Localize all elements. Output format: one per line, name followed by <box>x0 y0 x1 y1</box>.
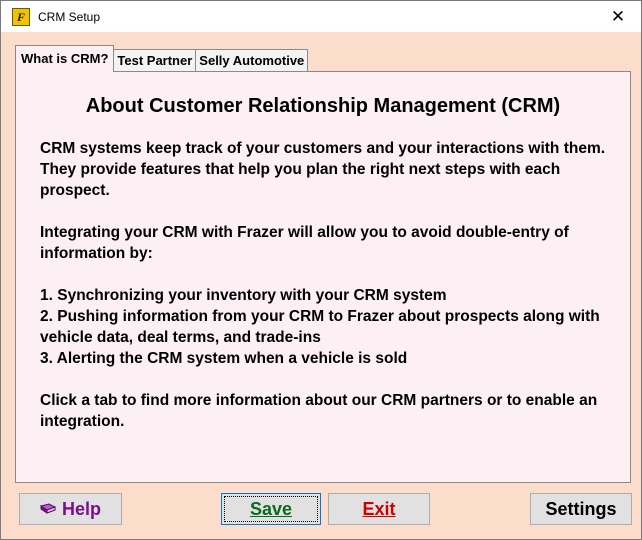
page-title: About Customer Relationship Management (… <box>85 95 561 117</box>
settings-label: Settings <box>545 498 617 519</box>
settings-button[interactable]: Settings <box>530 493 632 525</box>
tab-selly-automotive[interactable]: Selly Automotive <box>195 49 309 72</box>
integration-paragraph: Integrating your CRM with Frazer will al… <box>40 224 569 262</box>
closing-paragraph: Click a tab to find more information abo… <box>40 392 598 430</box>
window-title: CRM Setup <box>38 9 101 24</box>
tab-test-partner[interactable]: Test Partner <box>113 49 197 72</box>
benefits-list: 1. Synchronizing your inventory with you… <box>40 285 610 369</box>
tab-what-is-crm[interactable]: What is CRM? <box>15 45 115 72</box>
list-item: 2. Pushing information from your CRM to … <box>40 308 600 346</box>
book-icon <box>39 503 56 514</box>
crm-description: CRM systems keep track of your customers… <box>40 138 610 453</box>
title-bar: F CRM Setup ✕ <box>1 1 641 32</box>
app-icon: F <box>12 7 30 26</box>
exit-label: Exit <box>362 498 396 519</box>
list-item: 1. Synchronizing your inventory with you… <box>40 287 447 304</box>
save-label: Save <box>249 498 293 519</box>
tab-panel-what-is-crm: About Customer Relationship Management (… <box>15 71 631 483</box>
crm-setup-window: F CRM Setup ✕ What is CRM? Test Partner … <box>0 0 642 540</box>
tab-strip: What is CRM? Test Partner Selly Automoti… <box>15 45 309 72</box>
intro-paragraph: CRM systems keep track of your customers… <box>40 140 606 199</box>
list-item: 3. Alerting the CRM system when a vehicl… <box>40 350 408 367</box>
help-label: Help <box>61 498 101 519</box>
close-icon[interactable]: ✕ <box>595 1 641 32</box>
exit-button[interactable]: Exit <box>328 493 430 525</box>
save-button[interactable]: Save <box>221 493 321 525</box>
help-button[interactable]: Help <box>19 493 122 525</box>
